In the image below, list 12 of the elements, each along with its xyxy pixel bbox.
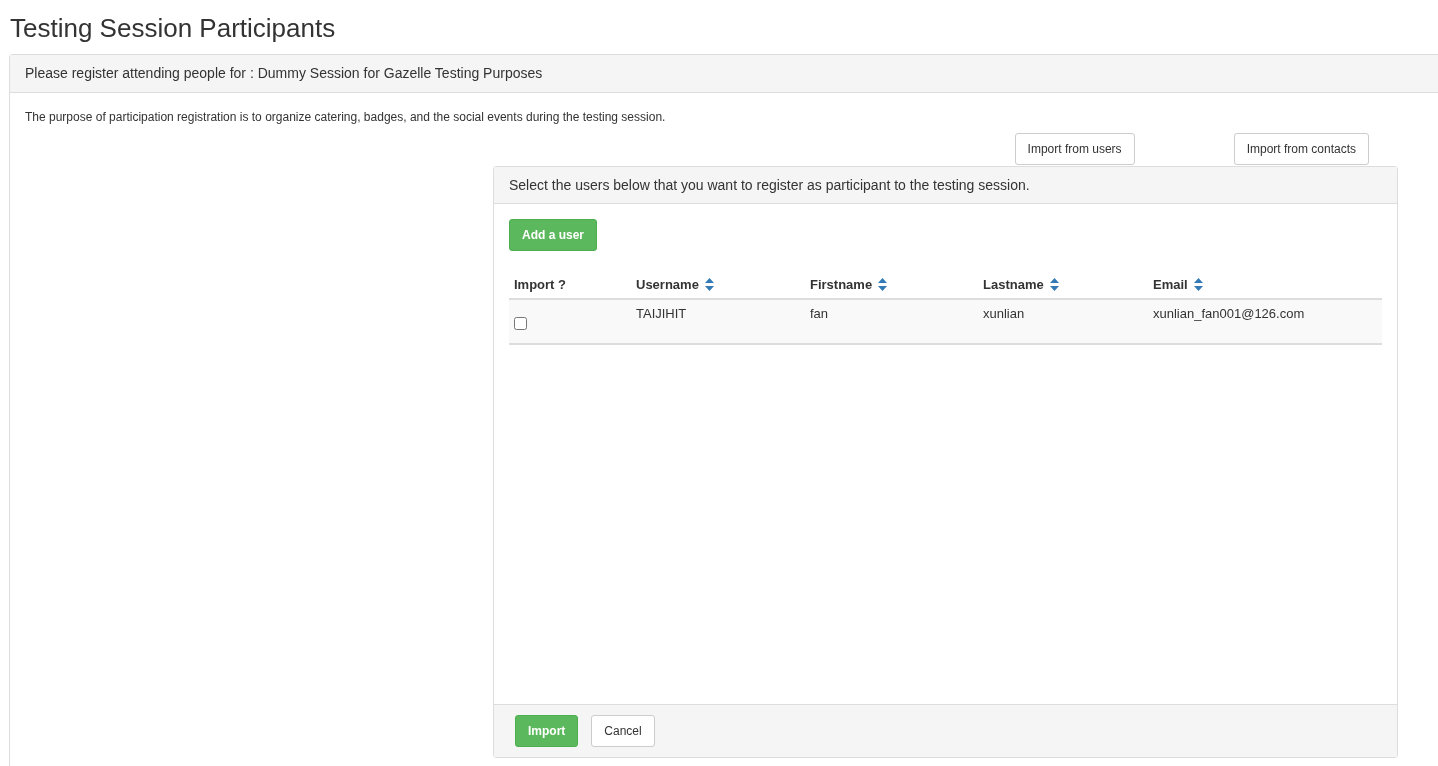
cancel-button[interactable]: Cancel	[591, 715, 655, 747]
panel-heading: Please register attending people for : Dummy Session for Gazelle Testing Purposes	[10, 55, 1438, 93]
import-button[interactable]: Import from contacts	[1233, 133, 1369, 165]
table-cell: TAIJIHIT	[631, 299, 805, 344]
table-cell: xunlian	[978, 299, 1148, 344]
table-cell: fan	[805, 299, 978, 344]
select-users-heading: Select the users below that you want to register as participant to the testing session.	[494, 167, 1397, 204]
table-cell: xunlian_fan001@126.com	[1148, 299, 1382, 344]
description-text: The purpose of participation registration is to organize catering, badges, and the social events during the testing session.	[25, 109, 667, 126]
page-title: Testing Session Participants	[10, 12, 337, 44]
import-button[interactable]: Import from users	[1014, 133, 1135, 165]
import-checkbox[interactable]	[514, 317, 527, 330]
